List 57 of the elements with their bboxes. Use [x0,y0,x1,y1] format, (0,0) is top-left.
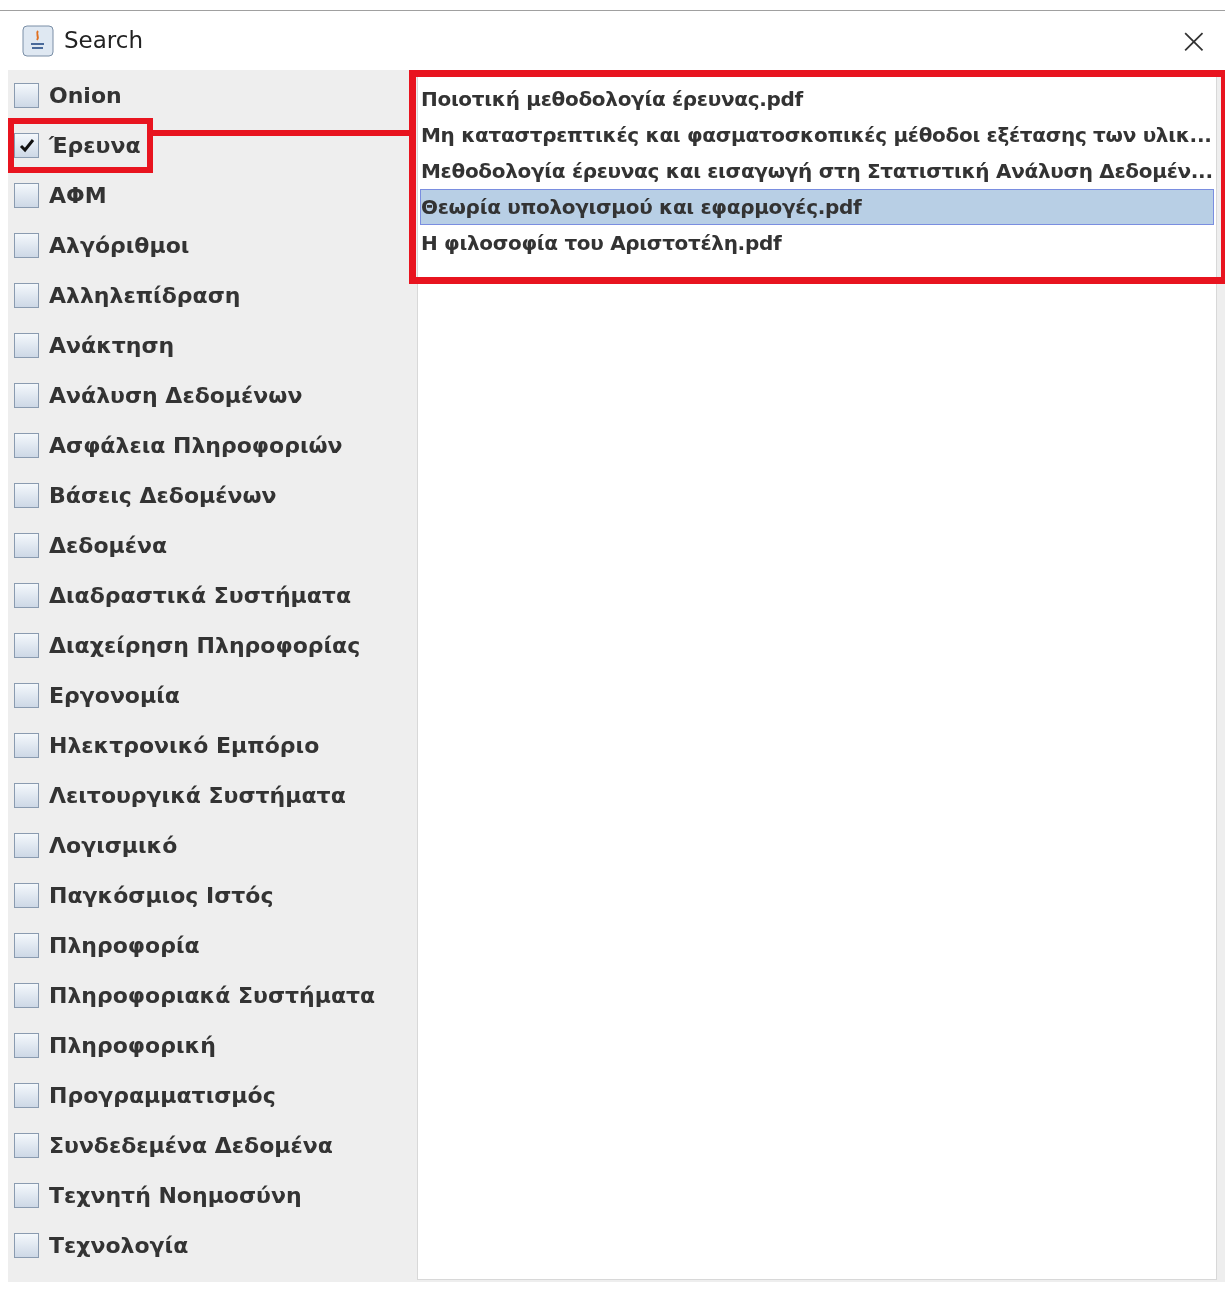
checkbox[interactable] [14,932,39,958]
checkbox[interactable] [14,532,39,558]
category-checkbox[interactable]: Παγκόσμιος Ιστός [8,870,417,920]
checkbox[interactable] [14,432,39,458]
category-checkbox[interactable]: Ηλεκτρονικό Εμπόριο [8,720,417,770]
category-checkbox[interactable]: Έρευνα [8,120,417,170]
checkbox[interactable] [14,1132,39,1158]
category-checkbox[interactable]: Πληροφοριακά Συστήματα [8,970,417,1020]
checkbox[interactable] [14,1232,39,1258]
category-checkbox[interactable]: Λειτουργικά Συστήματα [8,770,417,820]
checkbox[interactable] [14,832,39,858]
check-icon [18,137,35,153]
category-checkbox[interactable]: Τεχνητή Νοημοσύνη [8,1170,417,1220]
category-checkbox[interactable]: Αλληλεπίδραση [8,270,417,320]
checkbox[interactable] [14,332,39,358]
category-checkbox[interactable]: Πληροφορική [8,1020,417,1070]
checkbox[interactable] [14,1082,39,1108]
checkbox[interactable] [14,582,39,608]
checkbox[interactable] [14,482,39,508]
category-checkbox[interactable]: Συνδεδεμένα Δεδομένα [8,1120,417,1170]
category-checkbox[interactable]: Βάσεις Δεδομένων [8,470,417,520]
checkbox[interactable] [14,782,39,808]
checkbox[interactable] [14,132,39,158]
checkbox[interactable] [14,1032,39,1058]
category-checkbox[interactable]: Πληροφορία [8,920,417,970]
checkbox[interactable] [14,982,39,1008]
close-button[interactable]: × [1178,22,1209,59]
result-item[interactable]: Θεωρία υπολογισμού και εφαρμογές.pdf [420,189,1214,225]
result-item[interactable]: Μη καταστρεπτικές και φασματοσκοπικές μέθοδοι εξέτασης των υλικ... [420,117,1214,153]
checkbox[interactable] [14,232,39,258]
checkbox[interactable] [14,1182,39,1208]
category-checkbox[interactable]: ΑΦΜ [8,170,417,220]
result-item[interactable]: Ποιοτική μεθοδολογία έρευνας.pdf [420,81,1214,117]
checkbox[interactable] [14,632,39,658]
category-checkbox[interactable]: Δεδομένα [8,520,417,570]
category-checkbox[interactable]: Λογισμικό [8,820,417,870]
category-checkbox[interactable]: Προγραμματισμός [8,1070,417,1120]
checkbox[interactable] [14,382,39,408]
checkbox[interactable] [14,282,39,308]
checkbox[interactable] [14,682,39,708]
checkbox[interactable] [14,182,39,208]
category-checkbox[interactable]: Τεχνολογία [8,1220,417,1270]
checkbox[interactable] [14,732,39,758]
category-checkbox[interactable]: Διαδραστικά Συστήματα [8,570,417,620]
category-checkbox[interactable]: Αλγόριθμοι [8,220,417,270]
checkbox[interactable] [14,82,39,108]
category-checkbox[interactable]: Ανάκτηση [8,320,417,370]
category-checkbox[interactable]: Onion [8,70,417,120]
category-checkbox[interactable]: Ασφάλεια Πληροφοριών [8,420,417,470]
checkbox[interactable] [14,882,39,908]
app-icon [22,24,54,57]
category-checkbox[interactable]: Ανάλυση Δεδομένων [8,370,417,420]
window-title: Search [64,26,144,56]
result-item[interactable]: Η φιλοσοφία του Αριστοτέλη.pdf [420,225,1214,261]
category-checkbox[interactable]: Διαχείρηση Πληροφορίας [8,620,417,670]
result-item[interactable]: Μεθοδολογία έρευνας και εισαγωγή στη Στατιστική Ανάλυση Δεδομέν... [420,153,1214,189]
category-checkbox[interactable]: Εργονομία [8,670,417,720]
